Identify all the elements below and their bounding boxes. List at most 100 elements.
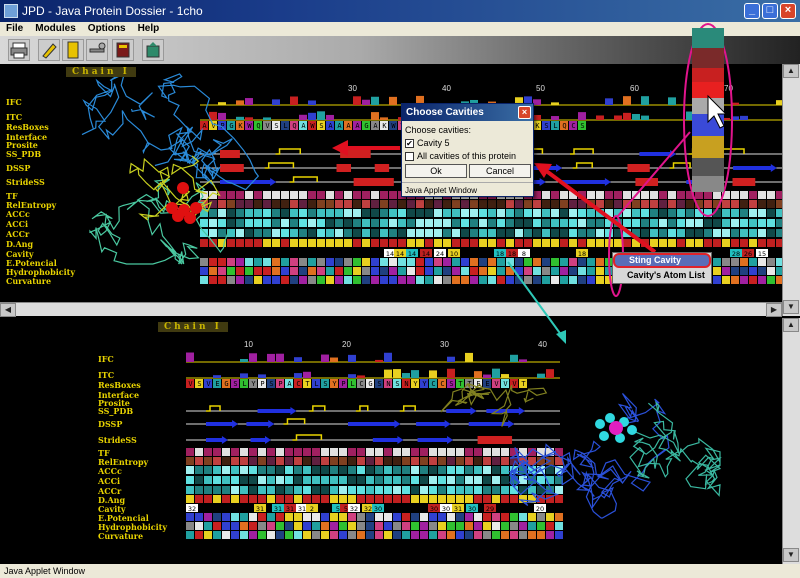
property-cell (285, 457, 293, 465)
scroll-up-arrow-icon[interactable]: ▲ (783, 318, 799, 332)
property-cell (200, 219, 208, 227)
property-cell (506, 200, 514, 208)
property-cell (560, 191, 568, 199)
property-cell (704, 219, 712, 227)
property-cell (677, 200, 685, 208)
property-cell (186, 476, 194, 484)
scroll-left-arrow-icon[interactable]: ◀ (0, 303, 16, 317)
close-button[interactable]: × (780, 3, 796, 19)
property-cell (231, 476, 239, 484)
property-cell (767, 191, 775, 199)
residue-letter: S (233, 380, 237, 388)
property-cell (213, 448, 221, 456)
document-button[interactable] (62, 39, 84, 61)
all-cavities-option-row[interactable]: All cavities of this protein (402, 150, 533, 163)
property-cell (294, 522, 302, 530)
property-cell (587, 267, 595, 275)
scroll-up-arrow-icon[interactable]: ▲ (783, 64, 799, 78)
minimize-button[interactable]: _ (744, 3, 760, 19)
property-cell (659, 209, 667, 217)
scroll-down-arrow-icon[interactable]: ▼ (783, 300, 799, 314)
bottom-sequence-pane: V S V E G S L Y P S P A C T L S Y P L C G S N S N Y Y C C S T T E E V V V T 32… (0, 318, 782, 564)
tools-button[interactable] (86, 39, 108, 61)
menu-help[interactable]: Help (132, 22, 166, 36)
position-tick: 40 (442, 84, 451, 93)
property-cell (312, 531, 320, 539)
scroll-right-arrow-icon[interactable]: ▶ (766, 303, 782, 317)
property-cell (254, 267, 262, 275)
residue-letter: P (278, 380, 282, 388)
property-cell (560, 209, 568, 217)
property-cell (209, 267, 217, 275)
cavity-number: 31 (256, 505, 264, 513)
print-button[interactable] (8, 39, 30, 61)
property-cell (362, 276, 370, 284)
property-cell (596, 200, 604, 208)
property-cell (384, 531, 392, 539)
score-bar (411, 370, 419, 378)
property-cell (276, 476, 284, 484)
property-cell (479, 249, 487, 257)
top-vertical-scrollbar[interactable]: ▲ ▼ (782, 64, 800, 316)
property-cell (695, 219, 703, 227)
property-cell (227, 249, 235, 257)
menu-modules[interactable]: Modules (29, 22, 82, 36)
dialog-close-icon[interactable]: × (518, 106, 531, 119)
property-cell (209, 209, 217, 217)
row-label: Curvature (6, 276, 52, 286)
property-cell (371, 249, 379, 257)
cavity-option-row[interactable]: ✔ Cavity 5 (402, 137, 533, 150)
menu-item-sting-cavity[interactable]: Sting Cavity (613, 253, 711, 268)
property-cell (465, 457, 473, 465)
property-cell (375, 476, 383, 484)
property-cell (411, 486, 419, 494)
property-cell (474, 495, 482, 503)
residue-letter: G (229, 122, 233, 130)
cancel-button[interactable]: Cancel (469, 164, 531, 178)
menu-item-cavity-atom-list[interactable]: Cavity's Atom List (613, 268, 711, 283)
property-cell (290, 219, 298, 227)
property-cell (330, 476, 338, 484)
bottom-vertical-scrollbar[interactable]: ▲ ▼ (782, 318, 800, 564)
cavity-number: 14 (408, 250, 416, 258)
export-button[interactable] (142, 39, 164, 61)
property-cell (740, 200, 748, 208)
maximize-button[interactable]: □ (762, 3, 778, 19)
property-cell (510, 495, 518, 503)
property-cell (240, 495, 248, 503)
property-cell (429, 448, 437, 456)
property-cell (299, 209, 307, 217)
property-cell (492, 466, 500, 474)
property-cell (204, 531, 212, 539)
property-cell (209, 219, 217, 227)
property-cell (299, 258, 307, 266)
residue-letter: S (395, 380, 399, 388)
menu-options[interactable]: Options (82, 22, 132, 36)
property-cell (393, 522, 401, 530)
top-chain-label: Chain I (66, 67, 136, 77)
property-cell (528, 522, 536, 530)
property-cell (348, 486, 356, 494)
property-cell (249, 495, 257, 503)
property-cell (231, 495, 239, 503)
score-bar (371, 112, 379, 120)
property-cell (366, 457, 374, 465)
property-cell (420, 522, 428, 530)
property-cell (276, 495, 284, 503)
property-cell (443, 239, 451, 247)
scroll-down-arrow-icon[interactable]: ▼ (783, 548, 799, 562)
residue-letter: E (215, 380, 219, 388)
property-cell (470, 200, 478, 208)
cavity-5-checkbox[interactable]: ✔ (405, 139, 414, 149)
property-cell (456, 531, 464, 539)
property-cell (614, 191, 622, 199)
ok-button[interactable]: Ok (405, 164, 467, 178)
property-cell (407, 219, 415, 227)
top-horizontal-scrollbar[interactable]: ◀ ▶ (0, 302, 782, 317)
property-cell (294, 495, 302, 503)
all-cavities-checkbox[interactable] (405, 152, 414, 162)
property-cell (398, 276, 406, 284)
menu-file[interactable]: File (0, 22, 29, 36)
book-button[interactable] (112, 39, 134, 61)
edit-button[interactable] (38, 39, 60, 61)
